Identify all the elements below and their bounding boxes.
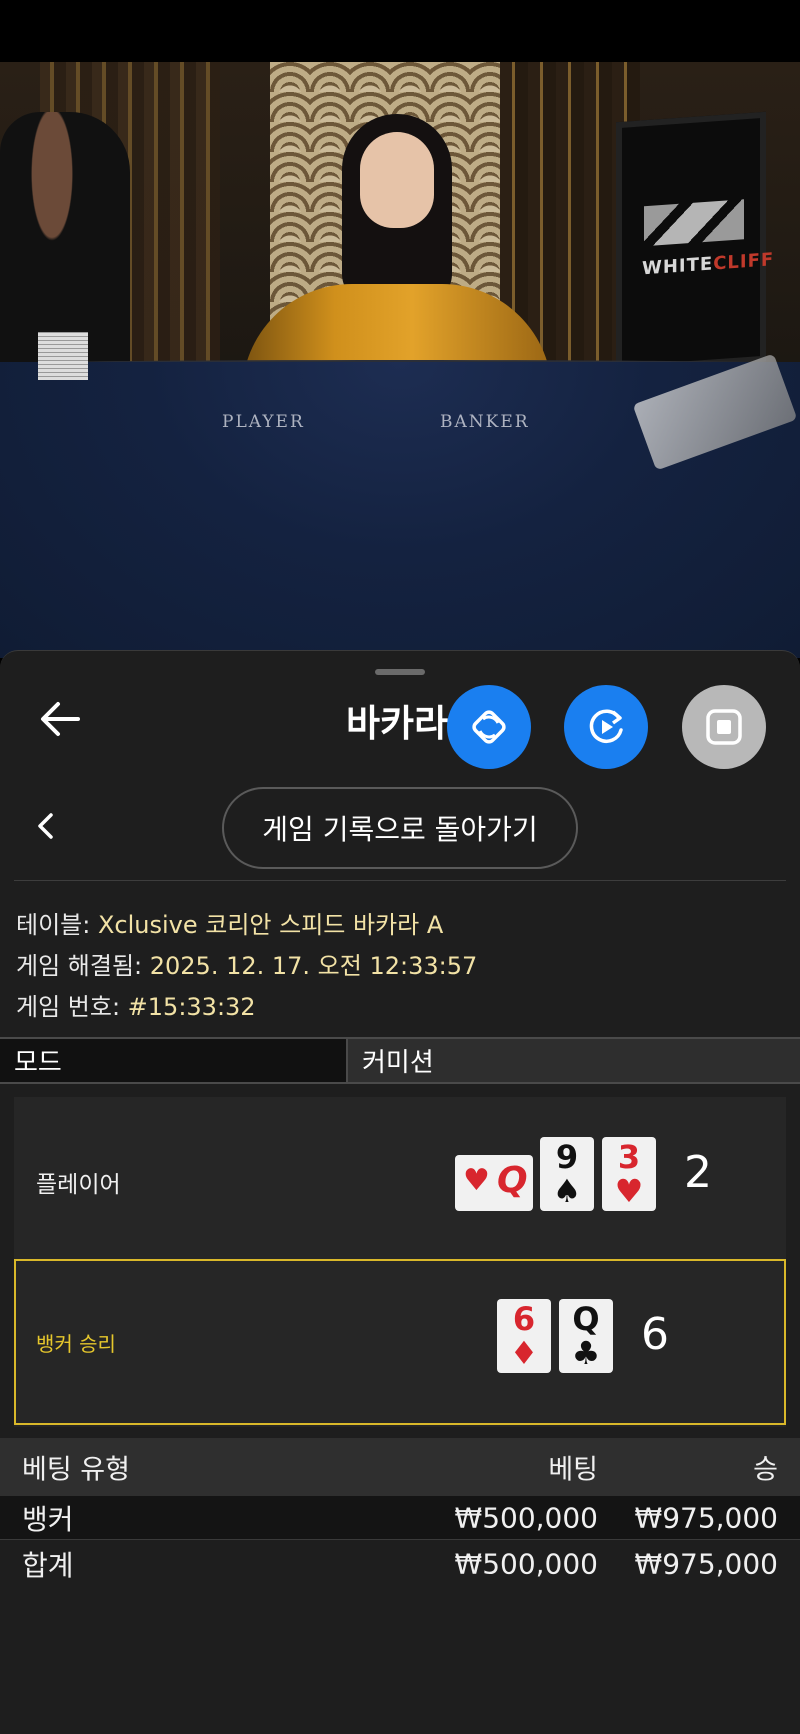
total-win-amount: ₩975,000 (634, 1547, 778, 1581)
bets-table-header: 베팅 유형 베팅 승 (0, 1438, 800, 1496)
banker-score: 6 (641, 1309, 669, 1360)
branding-monitor: WHITECLIFF (616, 111, 774, 373)
player-card-1: ♥ Q (455, 1155, 533, 1211)
game-number-info: 게임 번호: #15:33:32 (16, 993, 256, 1021)
player-label: 플레이어 (36, 1172, 121, 1198)
banker-win-label: 뱅커 승리 (36, 1332, 116, 1356)
monitor-logo-text: WHITECLIFF (642, 249, 775, 280)
round-results: 플레이어 ♥ Q 9 ♠ 3 ♥ 2 뱅커 승리 6 ♦ Q ♣ 6 (14, 1097, 786, 1427)
game-detail-sheet: 바카라 게임 기록으로 돌아가기 테이블: Xclusive 코리안 스피드 바… (0, 650, 800, 1734)
header-bet: 베팅 (548, 1454, 598, 1486)
rotate-button[interactable] (447, 685, 531, 769)
live-video-stream[interactable]: WHITECLIFF PLAYER BANKER (0, 62, 800, 658)
bet-type: 뱅커 (22, 1502, 74, 1536)
card-deck (38, 332, 88, 380)
banker-row: 뱅커 승리 6 ♦ Q ♣ 6 (14, 1259, 786, 1425)
tab-commission[interactable]: 커미션 (348, 1039, 800, 1082)
player-card-3: 3 ♥ (602, 1137, 656, 1211)
total-label: 합계 (22, 1549, 74, 1582)
tab-bar: 모드 커미션 (0, 1037, 800, 1084)
arrow-left-icon[interactable] (38, 699, 82, 739)
table-row: 뱅커 ₩500,000 ₩975,000 (0, 1496, 800, 1540)
table-row-total: 합계 ₩500,000 ₩975,000 (0, 1542, 800, 1586)
bet-amount: ₩500,000 (454, 1501, 598, 1534)
total-bet-amount: ₩500,000 (454, 1547, 598, 1581)
page-title: 바카라 (346, 702, 449, 745)
replay-icon (589, 709, 623, 743)
whitecliff-logo-icon (644, 199, 744, 247)
banker-card-2: Q ♣ (559, 1299, 613, 1373)
sheet-drag-handle[interactable] (375, 669, 425, 675)
rotate-icon (472, 710, 506, 744)
resolved-info: 게임 해결됨: 2025. 12. 17. 오전 12:33:57 (16, 952, 478, 980)
tab-mode[interactable]: 모드 (0, 1039, 348, 1082)
player-score: 2 (684, 1147, 712, 1198)
header-bet-type: 베팅 유형 (22, 1454, 130, 1486)
header-win: 승 (753, 1454, 778, 1486)
banker-card-1: 6 ♦ (497, 1299, 551, 1373)
win-amount: ₩975,000 (634, 1501, 778, 1534)
top-status-bar (0, 0, 800, 62)
table-info: 테이블: Xclusive 코리안 스피드 바카라 A (16, 911, 444, 939)
back-to-history-button[interactable]: 게임 기록으로 돌아가기 (222, 787, 578, 869)
divider (14, 880, 786, 881)
stop-button[interactable] (682, 685, 766, 769)
replay-button[interactable] (564, 685, 648, 769)
chevron-left-icon[interactable] (34, 811, 58, 841)
player-card-2: 9 ♠ (540, 1137, 594, 1211)
felt-banker-label: BANKER (440, 412, 530, 432)
stop-icon (706, 709, 742, 745)
felt-player-label: PLAYER (222, 412, 305, 432)
